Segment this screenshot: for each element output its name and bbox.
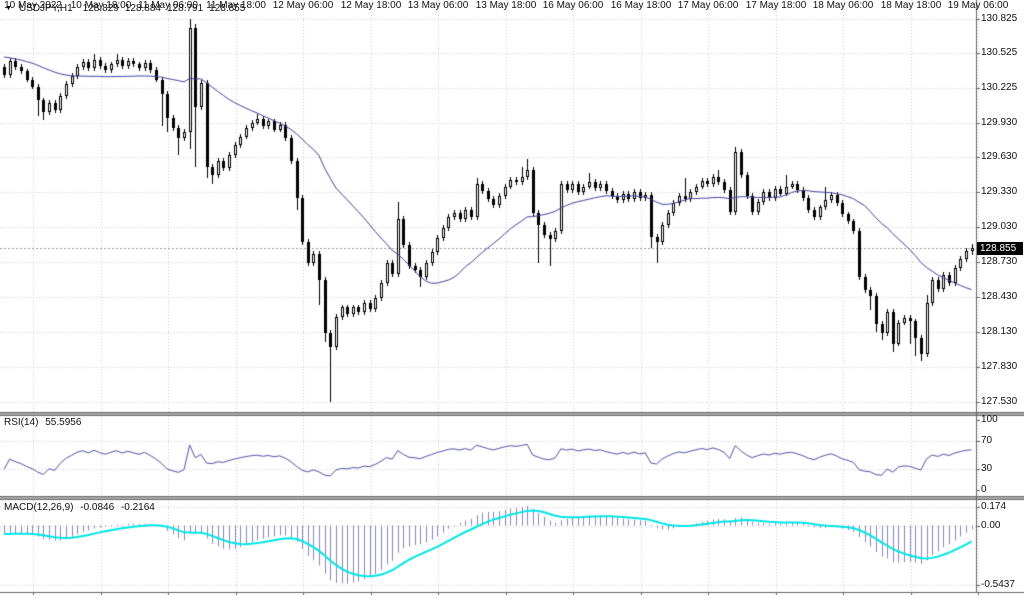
- price-axis-label: 128.730: [981, 256, 1017, 267]
- price-axis-label: 129.030: [981, 221, 1017, 232]
- time-axis-label: 16 May 18:00: [611, 0, 672, 11]
- time-axis-label: 10 May 2022: [4, 0, 62, 11]
- macd-axis-label: -0.5437: [981, 579, 1015, 590]
- chart-canvas[interactable]: [0, 0, 1024, 613]
- macd-indicator-label: MACD(12,26,9) -0.0846 -0.2164: [4, 502, 159, 513]
- time-axis-label: 11 May 06:00: [138, 0, 198, 11]
- time-axis-label: 13 May 18:00: [476, 0, 537, 11]
- time-axis-label: 17 May 18:00: [746, 0, 807, 11]
- price-axis-label: 129.330: [981, 186, 1017, 197]
- time-axis-label: 12 May 18:00: [341, 0, 402, 11]
- price-axis-label: 129.930: [981, 117, 1017, 128]
- price-axis-label: 128.430: [981, 291, 1017, 302]
- macd-main-value: -0.0846: [80, 502, 114, 513]
- rsi-axis-label: 0: [981, 484, 987, 495]
- current-price-tag: 128.855: [977, 242, 1023, 255]
- price-axis-label: 130.825: [981, 13, 1017, 24]
- rsi-axis-label: 30: [981, 463, 992, 474]
- time-axis-label: 13 May 06:00: [408, 0, 469, 11]
- price-axis-label: 127.830: [981, 361, 1017, 372]
- macd-name: MACD(12,26,9): [4, 502, 73, 513]
- rsi-name: RSI(14): [4, 417, 38, 428]
- rsi-axis-label: 100: [981, 414, 998, 425]
- time-axis-label: 10 May 18:00: [71, 0, 132, 11]
- time-axis-label: 12 May 06:00: [273, 0, 334, 11]
- price-axis-label: 130.225: [981, 82, 1017, 93]
- macd-signal-value: -0.2164: [121, 502, 155, 513]
- macd-axis-label: 0.00: [981, 520, 1000, 531]
- time-axis-label: 16 May 06:00: [543, 0, 604, 11]
- macd-axis-label: 0.174: [981, 501, 1006, 512]
- price-axis-label: 128.130: [981, 326, 1017, 337]
- time-axis-label: 18 May 06:00: [813, 0, 874, 11]
- time-axis-label: 19 May 06:00: [948, 0, 1009, 11]
- rsi-axis-label: 70: [981, 435, 992, 446]
- price-axis-label: 129.630: [981, 151, 1017, 162]
- price-axis-label: 127.530: [981, 396, 1017, 407]
- time-axis-label: 11 May 18:00: [206, 0, 266, 11]
- trading-chart-window: { "header": { "collapse_icon": "▼", "sym…: [0, 0, 1024, 613]
- rsi-indicator-label: RSI(14) 55.5956: [4, 417, 85, 428]
- time-axis-label: 18 May 18:00: [881, 0, 942, 11]
- price-axis-label: 130.525: [981, 47, 1017, 58]
- time-axis-label: 17 May 06:00: [678, 0, 739, 11]
- rsi-value: 55.5956: [45, 417, 81, 428]
